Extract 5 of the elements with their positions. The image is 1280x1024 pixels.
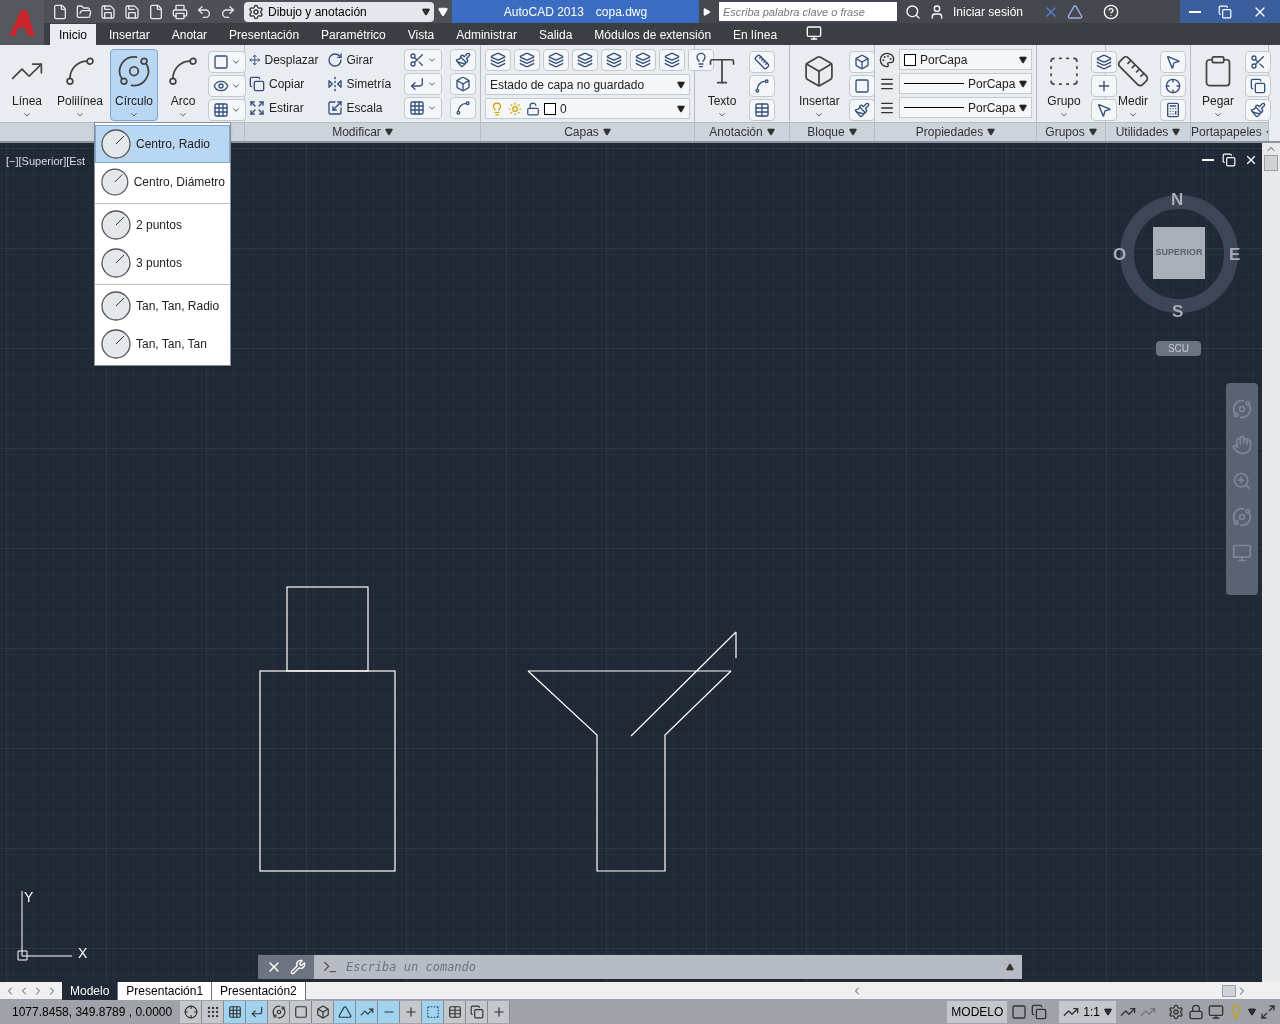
axis-label: X xyxy=(78,944,88,963)
coordinates-readout: 1077.8458, 349.8789 , 0.0000 xyxy=(11,1004,174,1021)
application-title: AutoCAD 2013 xyxy=(503,3,584,21)
file-name: copa.dwg xyxy=(595,3,648,21)
axis-label: Y xyxy=(24,888,34,907)
